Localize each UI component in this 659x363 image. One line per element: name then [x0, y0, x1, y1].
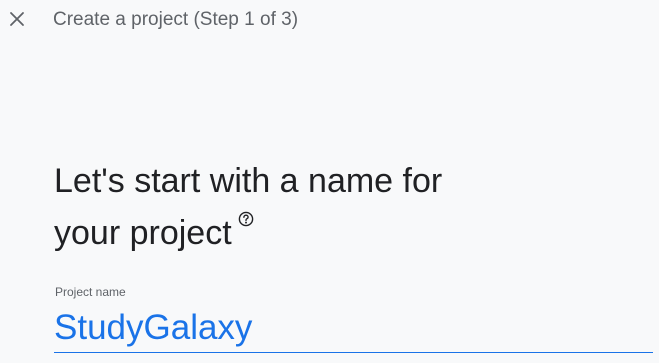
- heading-line-1: Let's start with a name for: [54, 162, 443, 200]
- project-name-input[interactable]: [54, 303, 653, 353]
- project-name-field: Project name: [54, 283, 653, 355]
- heading-line-2-text: your project: [54, 214, 232, 252]
- heading-line-2: your project: [54, 207, 614, 259]
- close-button[interactable]: [6, 8, 28, 30]
- top-bar: Create a project (Step 1 of 3): [0, 0, 659, 42]
- close-icon: [10, 12, 24, 26]
- project-name-label: Project name: [55, 285, 126, 299]
- page-heading: Let's start with a name for your project: [54, 155, 614, 259]
- help-icon[interactable]: [238, 211, 254, 227]
- step-title: Create a project (Step 1 of 3): [53, 9, 299, 30]
